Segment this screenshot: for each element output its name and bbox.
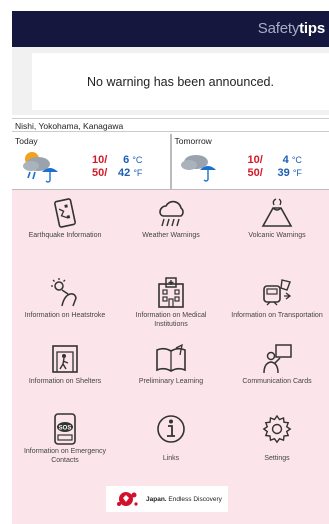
precip-chance-tomorrow: 10/ 50/ [247,154,263,179]
warning-notice-area: No warning has been announced. [12,47,329,115]
svg-text:SOS: SOS [59,426,72,432]
menu-earthquake-information[interactable]: Earthquake Information [12,196,118,254]
app-title: Safetytips [257,20,325,37]
menu-preliminary-learning[interactable]: Preliminary Learning [118,342,224,400]
menu-transportation[interactable]: Information on Transportation [224,276,329,334]
info-icon [157,415,185,443]
japan-brand-banner[interactable]: Japan. Endless Discovery [106,486,228,512]
location-label: Nishi, Yokohama, Kanagawa [12,118,329,132]
app-header: Safetytips [12,11,329,47]
weather-forecast[interactable]: Today 10/ 50/ 6 °C 42 °F Tomorrow 10/ 50… [12,134,329,190]
menu-heatstroke[interactable]: Information on Heatstroke [12,276,118,334]
menu-shelters[interactable]: Information on Shelters [12,342,118,400]
menu-links[interactable]: Links [118,412,224,470]
weather-day-label: Today [15,136,38,146]
temperature-today: 6 °C 42 °F [118,154,143,179]
cloud-rain-umbrella-icon [23,152,58,183]
menu-communication-cards[interactable]: Communication Cards [224,342,329,400]
book-icon [156,343,186,372]
earthquake-icon [54,198,76,228]
japan-logo-icon [117,492,138,506]
hospital-icon [158,277,184,308]
weather-tomorrow[interactable]: Tomorrow 10/ 50/ 4 °C 39 °F [170,134,329,189]
shelter-icon [52,345,78,373]
menu-grid: Earthquake Information Weather Warnings … [12,190,329,524]
train-icon [263,279,292,306]
menu-emergency-contacts[interactable]: SOS Information on Emergency Contacts [12,412,118,470]
cloud-umbrella-icon [180,155,216,182]
temperature-tomorrow: 4 °C 39 °F [277,154,302,179]
precip-chance-today: 10/ 50/ [92,154,108,179]
menu-medical-institutions[interactable]: Information on Medical Institutions [118,276,224,334]
communication-card-icon [263,344,292,374]
menu-weather-warnings[interactable]: Weather Warnings [118,196,224,254]
weather-today[interactable]: Today 10/ 50/ 6 °C 42 °F [12,134,171,189]
warning-notice-text: No warning has been announced. [32,53,329,110]
volcano-icon [261,198,293,227]
menu-settings[interactable]: Settings [224,412,329,470]
menu-volcanic-warnings[interactable]: Volcanic Warnings [224,196,329,254]
weather-day-label: Tomorrow [174,136,212,146]
heatstroke-icon [51,278,77,307]
brand-text: Japan. Endless Discovery [146,495,222,503]
gear-icon [262,414,292,444]
sos-phone-icon: SOS [54,413,76,445]
rain-cloud-icon [159,200,184,227]
